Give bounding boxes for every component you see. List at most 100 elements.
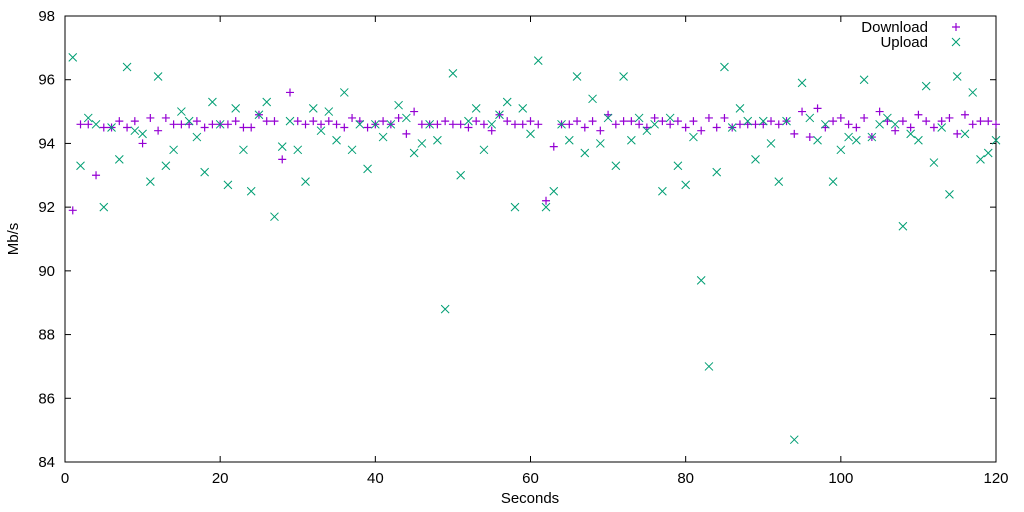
upload-point [836,145,846,155]
download-point [658,117,667,126]
upload-point [828,177,838,187]
upload-point [735,104,745,113]
upload-point [627,135,636,145]
x-axis-label: Seconds [501,490,559,507]
download-point [976,117,985,126]
download-point [891,126,900,135]
upload-point [91,119,101,129]
upload-point [208,97,217,107]
upload-point [223,180,233,190]
download-point [914,110,923,119]
upload-point [200,167,210,177]
upload-point [433,135,442,145]
download-point [673,117,682,126]
download-point [898,117,907,126]
upload-point [929,158,939,167]
download-point [177,120,186,129]
download-point [813,104,822,113]
upload-point [588,94,597,104]
data-points [68,53,1001,445]
download-point [348,113,357,122]
download-point [666,120,675,129]
upload-point [169,145,178,155]
download-point [588,117,597,126]
download-point [937,117,946,126]
download-point [735,120,744,129]
download-point [402,129,411,138]
download-point [720,113,729,122]
download-point [565,120,574,129]
download-point [84,120,93,129]
download-point [317,120,326,129]
x-tick-label: 20 [212,470,229,487]
x-tick-label: 60 [522,470,539,487]
upload-point [976,155,985,164]
download-point [394,113,403,122]
upload-point [805,113,815,123]
x-tick-label: 40 [367,470,384,487]
upload-point [161,161,171,171]
upload-point [510,202,520,212]
upload-point [130,126,140,136]
download-point [239,123,248,132]
download-point [324,117,333,126]
upload-point [99,202,109,212]
download-point [161,113,170,122]
upload-point [440,304,450,314]
upload-point [417,139,427,148]
y-tick-label: 84 [38,454,55,471]
download-point [285,88,294,97]
upload-point [797,78,807,88]
download-point [231,117,240,126]
download-point [704,113,713,122]
download-point [790,129,799,138]
download-point [619,117,628,126]
upload-point [239,145,248,155]
upload-point [262,97,272,107]
download-point [417,120,426,129]
y-tick-label: 94 [38,135,55,152]
download-point [340,123,349,132]
download-point [130,117,139,126]
upload-point [153,72,163,81]
upload-point [789,435,799,445]
upload-point [138,129,147,139]
download-point [115,117,124,126]
upload-point [952,72,962,81]
y-tick-label: 86 [38,390,55,407]
upload-point [308,104,318,113]
download-point [992,120,1000,129]
upload-point [720,62,729,72]
upload-point [332,135,341,145]
upload-point [270,212,279,222]
download-point [503,117,512,126]
download-point [464,123,473,132]
download-point [433,120,442,129]
download-point [456,120,465,129]
y-tick-label: 92 [38,199,55,216]
upload-point [658,186,667,196]
upload-point [968,88,978,97]
upload-point [347,145,357,155]
download-point [410,107,419,116]
download-point [99,123,108,132]
legend: DownloadUpload [861,19,961,51]
download-point [223,120,232,129]
download-point [518,120,527,129]
download-point [860,113,869,122]
download-point [309,117,318,126]
upload-point [394,100,403,110]
upload-point [76,161,85,171]
upload-point [68,53,78,62]
download-point [138,139,147,148]
upload-point [564,135,574,145]
upload-point [277,142,287,151]
download-point [844,120,853,129]
download-point [596,126,605,135]
upload-point [983,148,993,158]
download-point [208,120,217,129]
download-point [542,196,551,205]
upload-point [898,221,908,231]
download-point [301,120,310,129]
upload-point [231,104,241,113]
